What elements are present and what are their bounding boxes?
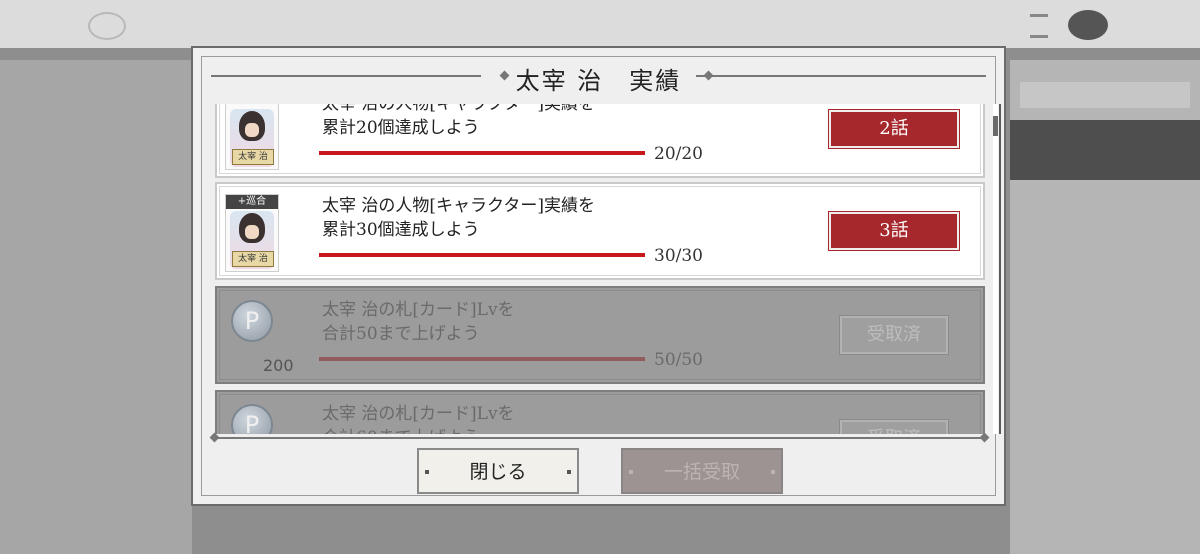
- progress-value: 50/50: [654, 350, 703, 370]
- achievement-row: P 200 太宰 治の札[カード]Lvを 合計50まで上げよう 50/50 受取…: [215, 286, 985, 384]
- background-logo-icon: [88, 12, 126, 40]
- background-avatar: [1068, 10, 1108, 40]
- character-portrait: [239, 111, 265, 141]
- character-badge: 太宰 治: [225, 104, 279, 170]
- reward-button[interactable]: 3話: [828, 211, 960, 251]
- background-menu-icon: [1030, 14, 1048, 38]
- achievement-description: 太宰 治の人物[キャラクター]実績を 累計20個達成しよう: [322, 104, 595, 138]
- claim-all-button[interactable]: 一括受取: [621, 448, 783, 494]
- background-top-bar: [0, 0, 1200, 48]
- progress-bar: [319, 151, 645, 155]
- title-divider-right: [696, 75, 986, 77]
- claimed-button[interactable]: 受取済: [839, 419, 949, 434]
- badge-tag: +巡合: [226, 195, 278, 209]
- scrollbar[interactable]: [993, 104, 998, 434]
- progress-bar: [319, 357, 645, 361]
- badge-name-label: 太宰 治: [232, 251, 274, 267]
- progress-value: 30/30: [654, 246, 703, 266]
- achievement-description: 太宰 治の札[カード]Lvを 合計50まで上げよう: [322, 300, 515, 344]
- footer-divider: [211, 437, 986, 439]
- character-portrait: [239, 213, 265, 243]
- background-right-item: [1020, 82, 1190, 108]
- close-button[interactable]: 閉じる: [417, 448, 579, 494]
- dialog-title: 太宰 治 実績: [515, 67, 682, 95]
- dialog-header: 太宰 治 実績: [211, 61, 986, 95]
- achievements-dialog: 太宰 治 実績 太宰 治 太宰 治の人物[キャラクター]実績を 累計20個達成し…: [191, 46, 1006, 506]
- character-badge: +巡合 太宰 治: [225, 194, 279, 272]
- progress-value: 20/20: [654, 144, 703, 164]
- reward-count: 200: [263, 356, 294, 375]
- background-left-panel: [0, 60, 192, 554]
- claimed-button[interactable]: 受取済: [839, 315, 949, 355]
- background-right-band: [1010, 120, 1200, 180]
- badge-name-label: 太宰 治: [232, 149, 274, 165]
- achievement-row: 太宰 治 太宰 治の人物[キャラクター]実績を 累計20個達成しよう 20/20…: [215, 104, 985, 178]
- progress-bar: [319, 253, 645, 257]
- achievement-list[interactable]: 太宰 治 太宰 治の人物[キャラクター]実績を 累計20個達成しよう 20/20…: [215, 104, 991, 434]
- scrollbar-thumb[interactable]: [993, 116, 998, 136]
- achievement-row: +巡合 太宰 治 太宰 治の人物[キャラクター]実績を 累計30個達成しよう 3…: [215, 182, 985, 280]
- coin-icon: P: [231, 300, 273, 342]
- achievement-description: 太宰 治の人物[キャラクター]実績を 累計30個達成しよう: [322, 196, 595, 240]
- achievement-description: 太宰 治の札[カード]Lvを 合計60まで上げよう: [322, 404, 515, 434]
- scrollbar-rail: [999, 104, 1001, 434]
- reward-button[interactable]: 2話: [828, 109, 960, 149]
- achievement-row: P 太宰 治の札[カード]Lvを 合計60まで上げよう 受取済: [215, 390, 985, 434]
